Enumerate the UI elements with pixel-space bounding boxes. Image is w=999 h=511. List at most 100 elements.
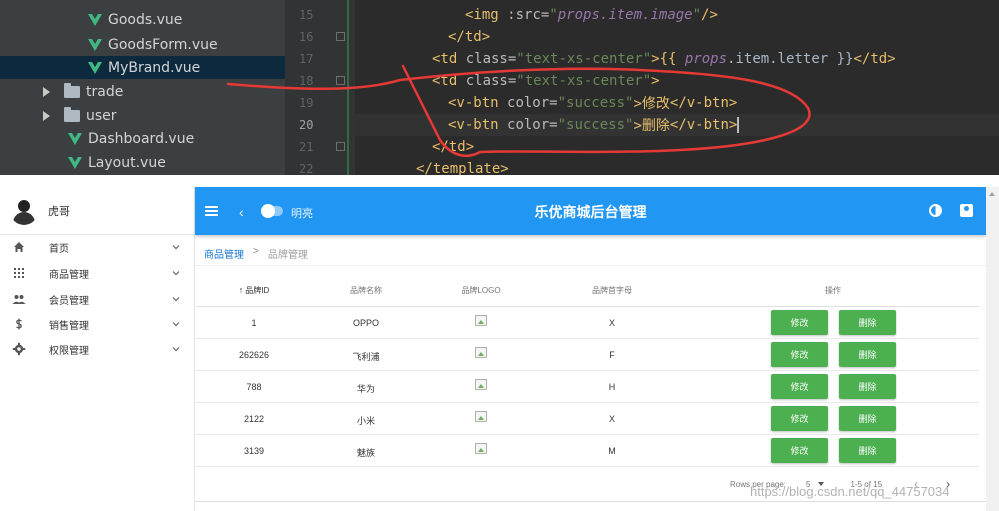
edit-button[interactable]: 修改 [771, 342, 828, 367]
breadcrumb-current: 品牌管理 [267, 250, 308, 261]
code-token: >{{ [651, 51, 685, 67]
tree-item-layout-vue[interactable]: Layout.vue [0, 151, 285, 174]
edit-button[interactable]: 修改 [771, 310, 828, 335]
cell-letter: X [608, 414, 616, 424]
tree-item-mybrand-vue[interactable]: MyBrand.vue [0, 56, 285, 79]
code-token: "success" [557, 117, 634, 133]
code-token: <td [432, 73, 466, 89]
edit-button[interactable]: 修改 [771, 374, 828, 399]
edit-button[interactable]: 修改 [771, 438, 828, 463]
cell-letter: X [608, 318, 616, 328]
broken-image-icon [475, 315, 487, 326]
edit-button[interactable]: 修改 [771, 406, 828, 431]
code-line-16: </td> [448, 26, 490, 48]
tree-item-goods-vue[interactable]: Goods.vue [0, 8, 285, 31]
app-title: 乐优商城后台管理 [534, 204, 647, 220]
table-row: 788 华为 H 修改 删除 [196, 371, 979, 403]
page-scrollbar[interactable] [986, 187, 999, 511]
code-line-15: <img :src= " props.item.image "/> [465, 4, 718, 26]
arrow-up-icon: ↑ [238, 285, 244, 295]
line-number: 18 [299, 74, 314, 88]
code-token: .item.letter }} [727, 51, 854, 67]
tree-item-label: Layout.vue [88, 154, 166, 171]
chevron-down-icon[interactable] [172, 345, 180, 353]
tree-item-dashboard-vue[interactable]: Dashboard.vue [0, 127, 285, 150]
delete-button[interactable]: 删除 [839, 438, 896, 463]
column-header-logo[interactable]: 品牌LOGO [461, 285, 500, 296]
line-number: 16 [299, 30, 314, 44]
column-header-name[interactable]: 品牌名称 [350, 285, 382, 296]
delete-button[interactable]: 删除 [839, 342, 896, 367]
code-line-18: <td class= "text-xs-center" > [432, 70, 660, 92]
app-toolbar: ‹ 明亮 乐优商城后台管理 [195, 187, 986, 235]
code-area[interactable]: <img :src= " props.item.image "/> </td> <td… [355, 0, 999, 175]
code-token: props [684, 51, 728, 67]
user-profile[interactable]: 虎哥 [0, 187, 195, 235]
sidebar-item-members[interactable]: 会员管理 [0, 286, 195, 312]
sidebar-item-sales[interactable]: 销售管理 [0, 311, 195, 337]
sidebar-item-home[interactable]: 首页 [0, 234, 195, 260]
chevron-down-icon[interactable] [172, 269, 180, 277]
code-editor-screenshot: Goods.vue GoodsForm.vue MyBrand.vue trad… [0, 0, 999, 175]
code-token: >删除 [633, 118, 670, 134]
fold-marker-icon[interactable] [336, 142, 345, 151]
apps-icon [14, 268, 24, 278]
vue-file-icon [88, 61, 102, 74]
code-token: > [651, 73, 660, 89]
line-number: 19 [299, 96, 314, 110]
expand-arrow-icon[interactable] [43, 110, 50, 121]
tree-item-user-folder[interactable]: user [0, 104, 285, 127]
column-header-id[interactable]: ↑ 品牌ID [239, 285, 270, 296]
fold-marker-icon[interactable] [336, 32, 345, 41]
sidebar-item-goods[interactable]: 商品管理 [0, 260, 195, 286]
delete-button[interactable]: 删除 [839, 406, 896, 431]
cell-id: 788 [246, 382, 262, 392]
contrast-icon[interactable] [929, 204, 942, 217]
code-token: "text-xs-center" [516, 73, 652, 89]
sidebar-item-label: 会员管理 [49, 295, 89, 307]
vue-file-icon [68, 132, 82, 145]
column-header-letter[interactable]: 品牌首字母 [592, 285, 632, 296]
broken-image-icon [475, 443, 487, 454]
expand-arrow-icon[interactable] [43, 86, 50, 97]
column-header-label: 品牌ID [245, 286, 270, 295]
code-token: <img [465, 7, 508, 23]
code-token: class= [465, 51, 517, 67]
code-token: >修改 [633, 96, 670, 112]
chevron-down-icon[interactable] [172, 295, 180, 303]
code-token: color= [507, 117, 558, 133]
delete-button[interactable]: 删除 [839, 374, 896, 399]
chevron-down-icon[interactable] [172, 320, 180, 328]
line-number: 15 [299, 8, 314, 22]
divider [195, 501, 986, 502]
column-header-actions: 操作 [825, 286, 841, 295]
fold-marker-icon[interactable] [336, 76, 345, 85]
home-icon [14, 242, 24, 252]
breadcrumb-link-goods[interactable]: 商品管理 [204, 246, 244, 261]
table-row: 3139 魅族 M 修改 删除 [196, 435, 979, 467]
cell-name: 魅族 [356, 448, 376, 458]
sidebar-item-label: 销售管理 [49, 320, 89, 332]
delete-button[interactable]: 删除 [839, 310, 896, 335]
code-token: </td> [432, 139, 475, 155]
code-token: " [549, 7, 558, 23]
account-box-icon[interactable] [960, 204, 973, 217]
tree-item-label: trade [86, 83, 124, 100]
project-file-tree: Goods.vue GoodsForm.vue MyBrand.vue trad… [0, 0, 285, 175]
code-token: props.item.image [557, 7, 693, 23]
sidebar-item-permissions[interactable]: 权限管理 [0, 336, 195, 362]
tree-item-goodsform-vue[interactable]: GoodsForm.vue [0, 33, 285, 56]
code-token: <td [432, 51, 466, 67]
editor-gutter: 15 16 17 18 19 20 21 22 [285, 0, 355, 175]
cell-letter: M [608, 446, 616, 456]
settings-icon [12, 342, 26, 356]
broken-image-icon [475, 411, 487, 422]
code-token: </td> [448, 29, 491, 45]
tree-item-trade-folder[interactable]: trade [0, 80, 285, 103]
chevron-down-icon[interactable] [172, 243, 180, 251]
admin-app: 虎哥 首页 商品管理 会员管理 销售管理 权限管理 ‹ 明亮 乐优商城后台管理 … [0, 187, 999, 511]
tree-item-label: Goods.vue [108, 11, 183, 28]
scroll-up-icon[interactable] [989, 192, 995, 196]
code-line-20: <v-btn color= "success" >删除 </v-btn> [355, 114, 999, 136]
sidebar-item-label: 权限管理 [49, 345, 89, 357]
